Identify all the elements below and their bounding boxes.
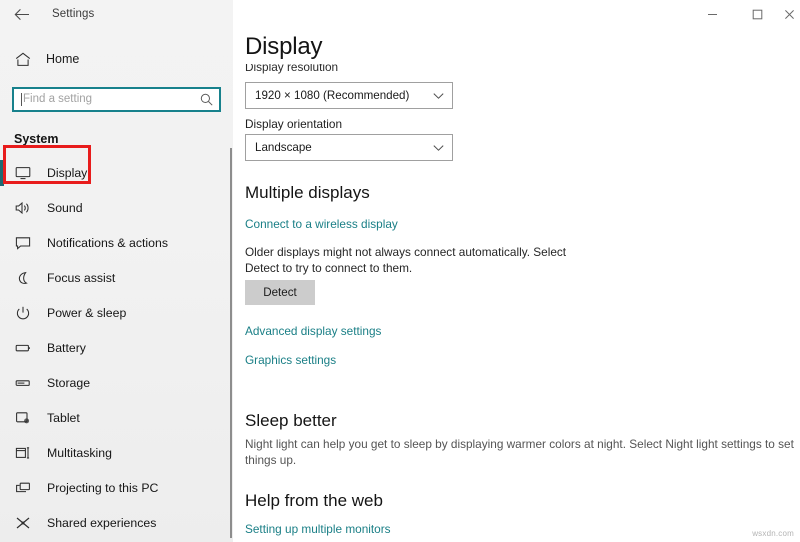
sidebar-item-power-sleep[interactable]: Power & sleep <box>0 295 233 330</box>
sidebar-item-projecting-label: Projecting to this PC <box>47 481 158 495</box>
chevron-down-icon <box>433 92 444 100</box>
sidebar-item-sound-label: Sound <box>47 201 83 215</box>
sidebar-item-battery-label: Battery <box>47 341 86 355</box>
app-title: Settings <box>52 8 94 20</box>
sidebar-item-multitasking[interactable]: Multitasking <box>0 435 233 470</box>
sidebar-scrollbar-thumb[interactable] <box>230 148 232 538</box>
minimize-button[interactable] <box>690 0 735 28</box>
close-button[interactable] <box>780 0 800 28</box>
notification-icon <box>14 234 31 251</box>
display-orientation-value: Landscape <box>255 141 433 154</box>
sidebar-item-projecting[interactable]: Projecting to this PC <box>0 470 233 505</box>
graphics-settings-link[interactable]: Graphics settings <box>245 353 336 367</box>
multitasking-icon <box>14 444 31 461</box>
sidebar-item-notifications-label: Notifications & actions <box>47 236 168 250</box>
display-resolution-dropdown[interactable]: 1920 × 1080 (Recommended) <box>245 82 453 109</box>
settings-window: Settings Home Find a setting <box>0 0 800 542</box>
connect-wireless-display-link[interactable]: Connect to a wireless display <box>245 217 398 231</box>
sidebar-nav-list: Display Sound Notifica <box>0 155 233 540</box>
advanced-display-settings-link[interactable]: Advanced display settings <box>245 324 381 338</box>
sidebar-item-notifications[interactable]: Notifications & actions <box>0 225 233 260</box>
detect-button[interactable]: Detect <box>245 280 315 305</box>
sidebar-item-sound[interactable]: Sound <box>0 190 233 225</box>
sidebar-item-storage-label: Storage <box>47 376 90 390</box>
search-input[interactable]: Find a setting <box>12 87 221 112</box>
back-arrow-icon[interactable] <box>12 4 32 24</box>
settings-sidebar: Settings Home Find a setting <box>0 0 233 542</box>
projecting-icon <box>14 479 31 496</box>
text-caret <box>21 93 22 106</box>
speaker-icon <box>14 199 31 216</box>
sidebar-titlebar: Settings <box>0 0 233 28</box>
sidebar-item-shared-experiences-label: Shared experiences <box>47 516 156 530</box>
sidebar-item-display[interactable]: Display <box>0 155 233 190</box>
monitor-icon <box>14 164 31 181</box>
settings-content: Display resolution Display 1920 × 1080 (… <box>233 0 800 542</box>
sidebar-item-power-sleep-label: Power & sleep <box>47 306 126 320</box>
search-container: Find a setting <box>12 87 219 112</box>
display-resolution-label-clipped: Display resolution <box>245 64 338 75</box>
sidebar-item-tablet-label: Tablet <box>47 411 80 425</box>
sidebar-item-display-label: Display <box>47 166 87 180</box>
sidebar-item-multitasking-label: Multitasking <box>47 446 112 460</box>
battery-icon <box>14 339 31 356</box>
tablet-icon <box>14 409 31 426</box>
power-icon <box>14 304 31 321</box>
sidebar-group-title: System <box>14 132 233 146</box>
share-icon <box>14 514 31 531</box>
sidebar-item-focus-assist-label: Focus assist <box>47 271 115 285</box>
sidebar-item-home-label: Home <box>46 52 79 66</box>
display-resolution-label: Display resolution <box>245 64 338 75</box>
display-orientation-dropdown[interactable]: Landscape <box>245 134 453 161</box>
page-title: Display <box>245 33 330 61</box>
sleep-better-title: Sleep better <box>245 411 337 431</box>
sidebar-item-battery[interactable]: Battery <box>0 330 233 365</box>
sidebar-item-tablet[interactable]: Tablet <box>0 400 233 435</box>
moon-icon <box>14 269 31 286</box>
sidebar-item-shared-experiences[interactable]: Shared experiences <box>0 505 233 540</box>
setting-up-multiple-monitors-link[interactable]: Setting up multiple monitors <box>245 522 391 536</box>
watermark: wsxdn.com <box>752 529 794 538</box>
help-from-web-title: Help from the web <box>245 491 383 511</box>
search-icon[interactable] <box>199 93 213 107</box>
multiple-displays-description: Older displays might not always connect … <box>245 244 585 276</box>
sidebar-item-storage[interactable]: Storage <box>0 365 233 400</box>
storage-icon <box>14 374 31 391</box>
multiple-displays-title: Multiple displays <box>245 183 370 203</box>
maximize-button[interactable] <box>735 0 780 28</box>
sidebar-item-home[interactable]: Home <box>0 44 233 74</box>
sleep-better-description: Night light can help you get to sleep by… <box>245 436 795 468</box>
search-placeholder: Find a setting <box>23 94 199 106</box>
chevron-down-icon <box>433 144 444 152</box>
home-icon <box>14 51 31 68</box>
window-controls <box>690 0 800 28</box>
display-orientation-label: Display orientation <box>245 117 342 131</box>
sidebar-item-focus-assist[interactable]: Focus assist <box>0 260 233 295</box>
display-resolution-value: 1920 × 1080 (Recommended) <box>255 89 433 102</box>
